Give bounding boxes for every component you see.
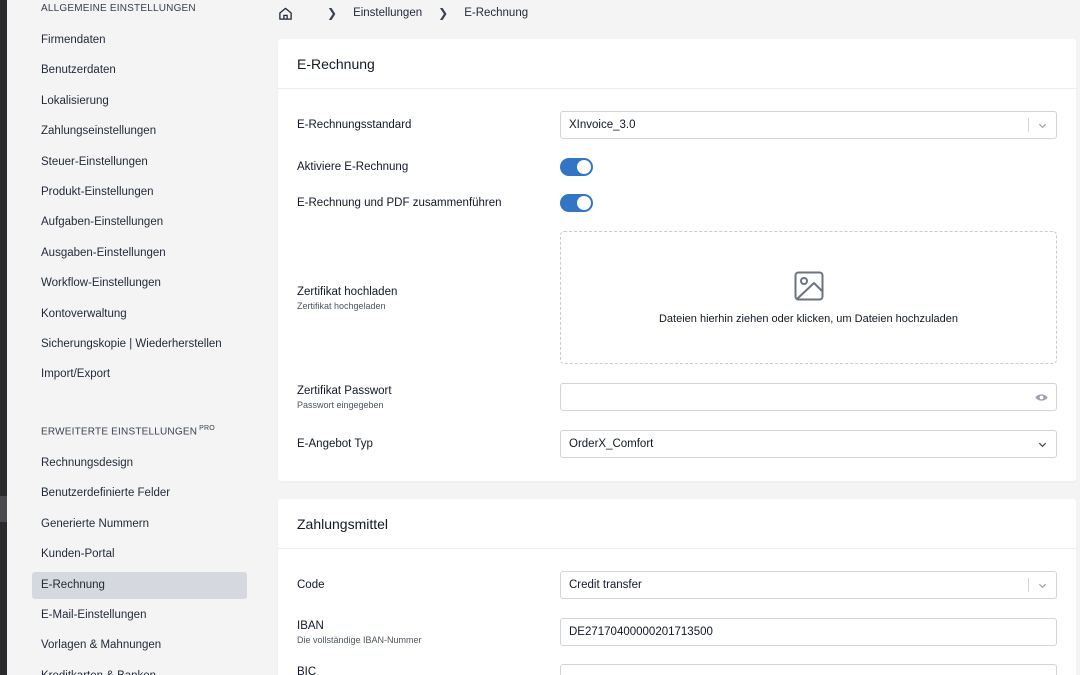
sidebar-item-firmendaten[interactable]: Firmendaten xyxy=(32,27,247,54)
einvoice-card: E-Rechnung E-Rechnungsstandard XInvoice_… xyxy=(278,39,1076,481)
chevron-right-icon: ❯ xyxy=(327,6,338,20)
sidebar-item-lokalisierung[interactable]: Lokalisierung xyxy=(32,88,247,115)
sidebar-item-ausgaben-einstellungen[interactable]: Ausgaben-Einstellungen xyxy=(32,240,247,267)
edge-mark xyxy=(0,496,7,522)
merge-pdf-toggle[interactable] xyxy=(560,194,593,212)
advanced-settings-heading: ERWEITERTE EINSTELLUNGEN PRO xyxy=(41,425,215,437)
sidebar-item-aufgaben-einstellungen[interactable]: Aufgaben-Einstellungen xyxy=(32,209,247,236)
activate-einvoice-toggle[interactable] xyxy=(560,158,593,176)
iban-value: DE27170400000201713500 xyxy=(569,626,713,638)
einvoice-standard-label: E-Rechnungsstandard xyxy=(297,119,412,131)
payment-means-card: Zahlungsmittel Code Credit transfer IBAN… xyxy=(278,499,1076,675)
certificate-upload-label: Zertifikat hochladen xyxy=(297,286,398,298)
chevron-down-icon xyxy=(1038,123,1047,129)
toggle-knob xyxy=(577,196,591,210)
sidebar-item-zahlungseinstellungen[interactable]: Zahlungseinstellungen xyxy=(32,118,247,145)
einvoice-standard-select[interactable]: XInvoice_3.0 xyxy=(560,111,1057,139)
sidebar-item-kontoverwaltung[interactable]: Kontoverwaltung xyxy=(32,301,247,328)
sidebar-item-sicherungskopie-wiederherstellen[interactable]: Sicherungskopie | Wiederherstellen xyxy=(32,331,247,358)
quote-type-label: E-Angebot Typ xyxy=(297,438,373,450)
toggle-knob xyxy=(577,160,591,174)
quote-type-select[interactable]: OrderX_Comfort xyxy=(560,430,1057,458)
breadcrumb-current: E-Rechnung xyxy=(464,7,529,19)
sidebar-item-import-export[interactable]: Import/Export xyxy=(32,361,247,388)
bic-input[interactable] xyxy=(560,664,1057,675)
sidebar-item-workflow-einstellungen[interactable]: Workflow-Einstellungen xyxy=(32,270,247,297)
iban-label: IBAN xyxy=(297,620,324,632)
iban-help: Die vollständige IBAN-Nummer xyxy=(297,635,422,645)
sidebar-item-kunden-portal[interactable]: Kunden-Portal xyxy=(32,541,247,568)
sidebar-item-e-rechnung[interactable]: E-Rechnung xyxy=(32,571,247,599)
sidebar-item-benutzerdefinierte-felder[interactable]: Benutzerdefinierte Felder xyxy=(32,480,247,507)
pro-badge: PRO xyxy=(199,425,215,432)
card-divider xyxy=(278,88,1076,89)
general-settings-heading: ALLGEMEINE EINSTELLUNGEN xyxy=(41,3,196,14)
cert-password-help: Passwort eingegeben xyxy=(297,400,384,410)
sidebar-item-kreditkarten-banken[interactable]: Kreditkarten & Banken xyxy=(32,663,247,675)
settings-sidebar: ALLGEMEINE EINSTELLUNGEN Firmendaten Benu… xyxy=(7,0,260,675)
window-edge xyxy=(0,0,7,675)
chevron-down-icon xyxy=(1038,583,1047,589)
dropzone-text: Dateien hierhin ziehen oder klicken, um … xyxy=(658,313,959,325)
advanced-heading-text: ERWEITERTE EINSTELLUNGEN xyxy=(41,426,198,438)
chevron-right-icon: ❯ xyxy=(438,6,449,20)
certificate-dropzone[interactable]: Dateien hierhin ziehen oder klicken, um … xyxy=(560,231,1057,364)
activate-einvoice-label: Aktiviere E-Rechnung xyxy=(297,161,409,173)
card-divider xyxy=(278,548,1076,549)
bic-label: BIC xyxy=(297,666,317,675)
cert-password-label: Zertifikat Passwort xyxy=(297,385,392,397)
quote-type-value: OrderX_Comfort xyxy=(569,438,654,450)
home-icon[interactable] xyxy=(278,6,293,21)
certificate-upload-help: Zertifikat hochgeladen xyxy=(297,301,386,311)
sidebar-item-rechnungsdesign[interactable]: Rechnungsdesign xyxy=(32,450,247,477)
sidebar-item-benutzerdaten[interactable]: Benutzerdaten xyxy=(32,57,247,84)
merge-pdf-label: E-Rechnung und PDF zusammenführen xyxy=(297,197,502,209)
image-icon xyxy=(794,271,824,301)
iban-input[interactable]: DE27170400000201713500 xyxy=(560,618,1057,646)
select-divider xyxy=(1028,578,1029,592)
card-title: Zahlungsmittel xyxy=(297,516,389,532)
code-label: Code xyxy=(297,579,325,591)
sidebar-item-e-mail-einstellungen[interactable]: E-Mail-Einstellungen xyxy=(32,602,247,629)
sidebar-item-generierte-nummern[interactable]: Generierte Nummern xyxy=(32,511,247,538)
code-select[interactable]: Credit transfer xyxy=(560,571,1057,599)
chevron-down-icon xyxy=(1038,442,1047,448)
breadcrumb: ❯ Einstellungen ❯ E-Rechnung xyxy=(278,4,528,22)
sidebar-item-vorlagen-mahnungen[interactable]: Vorlagen & Mahnungen xyxy=(32,632,247,659)
sidebar-item-produkt-einstellungen[interactable]: Produkt-Einstellungen xyxy=(32,179,247,206)
einvoice-standard-value: XInvoice_3.0 xyxy=(569,119,636,131)
sidebar-item-steuer-einstellungen[interactable]: Steuer-Einstellungen xyxy=(32,149,247,176)
eye-icon[interactable] xyxy=(1035,392,1048,403)
select-divider xyxy=(1028,118,1029,132)
breadcrumb-settings[interactable]: Einstellungen xyxy=(353,7,422,19)
cert-password-input[interactable] xyxy=(560,383,1057,411)
code-value: Credit transfer xyxy=(569,579,642,591)
card-title: E-Rechnung xyxy=(297,56,375,72)
